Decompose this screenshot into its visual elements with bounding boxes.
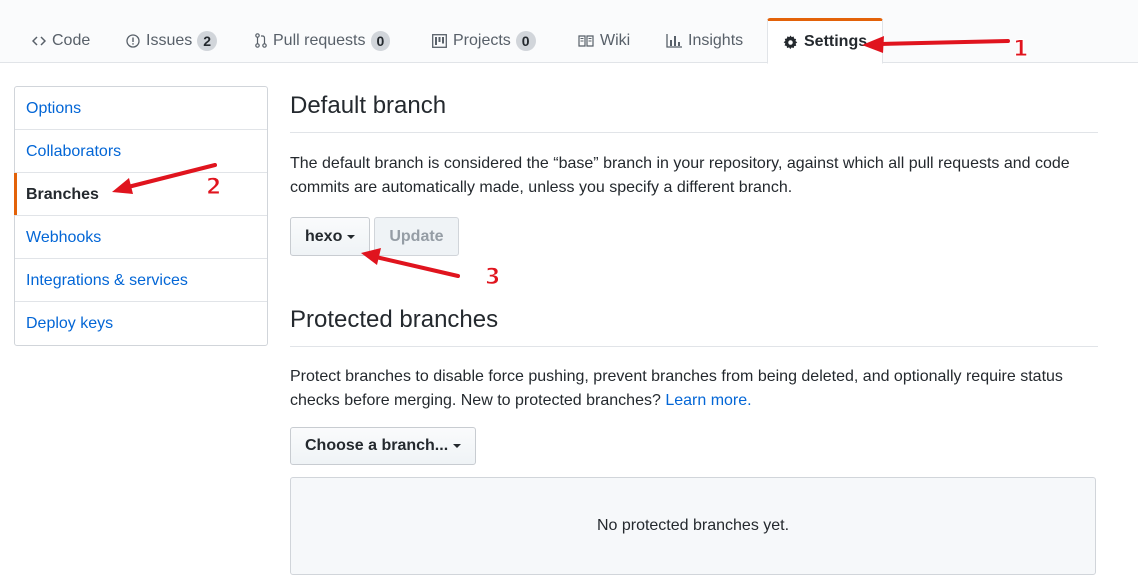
protected-branches-description: Protect branches to disable force pushin…: [290, 365, 1090, 413]
tab-label: Wiki: [600, 31, 631, 49]
default-branch-controls: hexo Update: [290, 217, 1098, 256]
issues-count-badge: 2: [197, 30, 218, 51]
protected-branches-heading: Protected branches: [290, 300, 1098, 347]
choose-branch-wrapper: Choose a branch...: [290, 427, 1098, 465]
annotation-number-3: 3: [484, 265, 501, 291]
tab-label: Code: [52, 31, 91, 49]
sidebar-item-branches[interactable]: Branches: [14, 173, 267, 216]
settings-sidebar-menu: Options Collaborators Branches Webhooks …: [14, 86, 268, 346]
branch-name: hexo: [305, 227, 343, 245]
default-branch-select-button[interactable]: hexo: [290, 217, 371, 256]
tab-label: Projects: [453, 31, 511, 49]
update-default-branch-button[interactable]: Update: [374, 217, 459, 256]
tab-settings[interactable]: Settings: [767, 18, 883, 64]
default-branch-heading: Default branch: [290, 86, 1098, 133]
tab-pull-requests[interactable]: Pull requests 0: [255, 18, 391, 63]
tab-wiki[interactable]: Wiki: [578, 18, 630, 63]
issue-icon: [126, 33, 140, 48]
protected-branches-empty-state: No protected branches yet.: [290, 477, 1096, 575]
annotation-number-1: 1: [1012, 37, 1029, 63]
tab-projects[interactable]: Projects 0: [432, 18, 536, 63]
choose-branch-button[interactable]: Choose a branch...: [290, 427, 477, 465]
learn-more-link[interactable]: Learn more.: [665, 392, 751, 409]
sidebar-item-integrations-services[interactable]: Integrations & services: [15, 259, 267, 302]
caret-down-icon: [347, 234, 356, 239]
caret-down-icon: [453, 444, 462, 448]
project-icon: [432, 33, 447, 48]
default-branch-description: The default branch is considered the “ba…: [290, 155, 1070, 196]
projects-count-badge: 0: [515, 30, 536, 51]
empty-state-text: No protected branches yet.: [596, 517, 790, 534]
tab-label: Settings: [804, 33, 868, 50]
sidebar-item-webhooks[interactable]: Webhooks: [15, 216, 267, 259]
tab-label: Pull requests: [273, 31, 366, 49]
graph-icon: [666, 33, 682, 48]
book-icon: [578, 34, 594, 47]
sidebar-item-collaborators[interactable]: Collaborators: [15, 130, 267, 173]
tab-label: Insights: [688, 31, 744, 49]
tab-insights[interactable]: Insights: [666, 18, 743, 63]
pull-requests-count-badge: 0: [370, 30, 391, 51]
repo-nav-tabs: Code Issues 2 Pull requests 0 Projects 0…: [0, 0, 1138, 64]
choose-branch-label: Choose a branch...: [305, 437, 449, 454]
code-icon: [32, 35, 46, 47]
tab-issues[interactable]: Issues 2: [126, 18, 218, 63]
tab-label: Issues: [146, 31, 193, 49]
sidebar-item-options[interactable]: Options: [15, 87, 267, 130]
gear-icon: [783, 34, 798, 50]
sidebar-item-deploy-keys[interactable]: Deploy keys: [15, 302, 267, 345]
annotation-number-2: 2: [205, 175, 222, 201]
pull-request-icon: [255, 33, 267, 48]
tab-code[interactable]: Code: [32, 18, 90, 63]
settings-main-content: Default branch The default branch is con…: [290, 86, 1098, 575]
